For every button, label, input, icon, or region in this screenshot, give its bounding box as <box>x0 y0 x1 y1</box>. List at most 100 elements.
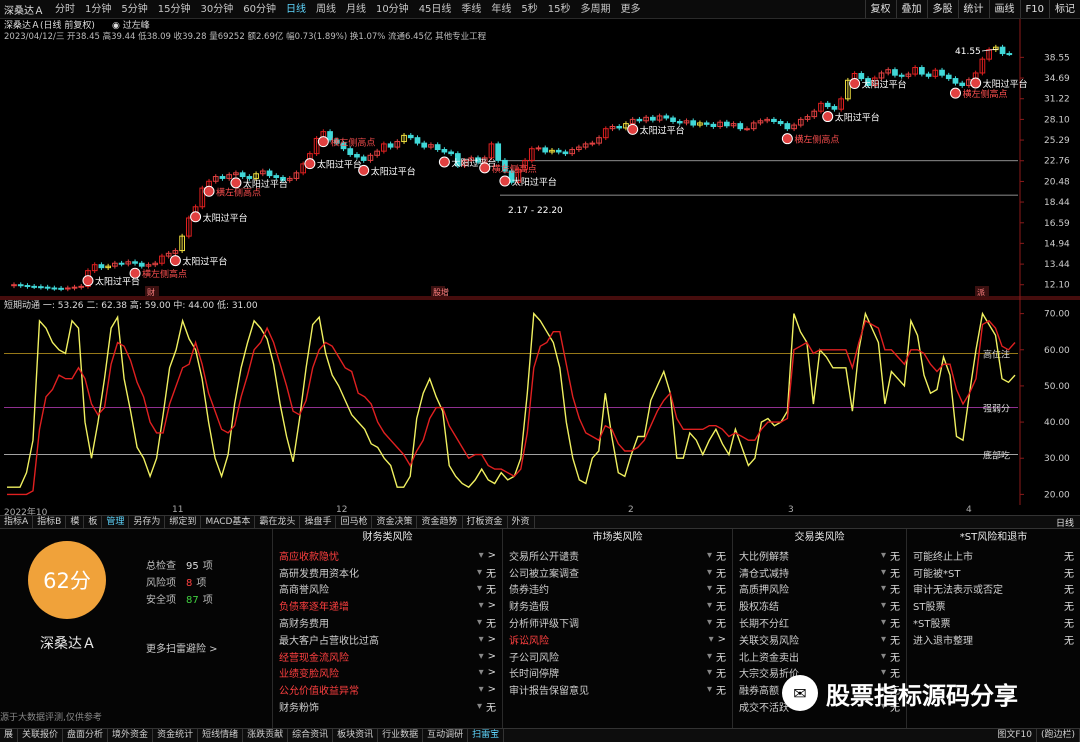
toolbar-button[interactable]: 统计 <box>957 0 989 18</box>
indicator-tab[interactable]: 回马枪 <box>336 516 373 528</box>
bottom-tab[interactable]: 扫雷宝 <box>468 729 505 742</box>
period-label[interactable]: 日线 <box>1050 516 1080 529</box>
risk-row[interactable]: 子公司风险 ▾ 无 <box>503 648 732 665</box>
indicator-tab[interactable]: 管理 <box>102 516 130 528</box>
bottom-tab[interactable]: 行业数据 <box>378 729 424 742</box>
risk-row[interactable]: 关联交易风险 ▾ 无 <box>733 631 906 648</box>
indicator-tab[interactable]: 指标B <box>33 516 67 528</box>
indicator-name: ◉ 过左峰 <box>112 19 150 31</box>
period-tab[interactable]: 5秒 <box>516 0 542 18</box>
period-tab[interactable]: 年线 <box>486 0 516 18</box>
period-tab[interactable]: 多周期 <box>576 0 616 18</box>
toolbar-button[interactable]: 叠加 <box>895 0 927 18</box>
period-tab[interactable]: 季线 <box>456 0 486 18</box>
bottom-tab[interactable]: 涨跌贡献 <box>243 729 289 742</box>
risk-row[interactable]: 高质押风险 ▾ 无 <box>733 581 906 598</box>
candle-body <box>670 117 676 122</box>
risk-row[interactable]: 高财务费用 ▾ 无 <box>273 614 502 631</box>
signal-marker <box>822 111 834 123</box>
period-tab[interactable]: 15秒 <box>543 0 576 18</box>
period-tab[interactable]: 日线 <box>281 0 311 18</box>
risk-row[interactable]: 北上资金卖出 ▾ 无 <box>733 648 906 665</box>
candle-body <box>132 261 138 264</box>
bottom-right-tab[interactable]: 图文F10 <box>993 729 1037 742</box>
candle-body <box>939 69 945 76</box>
period-tab[interactable]: 45日线 <box>414 0 457 18</box>
period-tab[interactable]: 更多 <box>616 0 646 18</box>
risk-row[interactable]: *ST股票 无 <box>907 614 1080 631</box>
risk-row[interactable]: 最大客户占营收比过高 ▾ > <box>273 631 502 648</box>
risk-row[interactable]: 长时间停牌 ▾ 无 <box>503 665 732 682</box>
risk-row[interactable]: 业绩变脸风险 ▾ > <box>273 665 502 682</box>
bottom-tab[interactable]: 境外资金 <box>108 729 154 742</box>
period-tab[interactable]: 10分钟 <box>371 0 414 18</box>
period-tab[interactable]: 月线 <box>341 0 371 18</box>
indicator-tab[interactable]: 另存为 <box>129 516 166 528</box>
risk-row[interactable]: 公司被立案调查 ▾ 无 <box>503 564 732 581</box>
bottom-tab[interactable]: 盘面分析 <box>63 729 109 742</box>
risk-row[interactable]: 长期不分红 ▾ 无 <box>733 614 906 631</box>
risk-row[interactable]: 交易所公开谴责 ▾ 无 <box>503 547 732 564</box>
toolbar-button[interactable]: 标记 <box>1049 0 1080 18</box>
bottom-tab[interactable]: 短线情绪 <box>198 729 244 742</box>
period-tab[interactable]: 15分钟 <box>153 0 196 18</box>
indicator-tab[interactable]: 资金决策 <box>372 516 418 528</box>
indicator-tab[interactable]: 操盘手 <box>300 516 337 528</box>
indicator-tab[interactable]: 板 <box>84 516 103 528</box>
indicator-tab[interactable]: 打板资金 <box>463 516 508 528</box>
risk-row[interactable]: 高商誉风险 ▾ 无 <box>273 581 502 598</box>
risk-row[interactable]: 经营现金流风险 ▾ > <box>273 648 502 665</box>
oscillator-chart[interactable]: 70.00 60.00 50.00 40.00 30.00 20.00 高位注强弱分底部吃 短… <box>0 298 1080 505</box>
risk-label: 清仓式减持 <box>739 568 789 580</box>
indicator-tab[interactable]: 外资 <box>508 516 535 528</box>
bottom-tab[interactable]: 资金统计 <box>153 729 199 742</box>
risk-row[interactable]: 大比例解禁 ▾ 无 <box>733 547 906 564</box>
indicator-tab[interactable]: 资金趋势 <box>417 516 463 528</box>
risk-row[interactable]: 高应收款隐忧 ▾ > <box>273 547 502 564</box>
toolbar-button[interactable]: 多股 <box>926 0 958 18</box>
period-tab[interactable]: 1分钟 <box>80 0 116 18</box>
period-tab[interactable]: 5分钟 <box>116 0 152 18</box>
bottom-right-tab[interactable]: (跑边栏) <box>1037 729 1080 742</box>
risk-row[interactable]: 可能被*ST 无 <box>907 564 1080 581</box>
risk-row[interactable]: 股权冻结 ▾ 无 <box>733 597 906 614</box>
indicator-tab[interactable]: 绑定到 <box>165 516 202 528</box>
risk-row[interactable]: ST股票 无 <box>907 597 1080 614</box>
osc-header: 短期动通 一: 53.26 二: 62.38 高: 59.00 中: 44.00… <box>4 299 258 311</box>
event-label: 股增 <box>433 287 449 297</box>
indicator-tab[interactable]: 指标A <box>0 516 34 528</box>
indicator-tab[interactable]: 模 <box>66 516 85 528</box>
risk-row[interactable]: 诉讼风险 ▾ > <box>503 631 732 648</box>
toolbar-button[interactable]: F10 <box>1019 0 1049 18</box>
bottom-tab[interactable]: 展 <box>0 729 19 742</box>
risk-row[interactable]: 审计无法表示或否定 无 <box>907 581 1080 598</box>
period-tab[interactable]: 60分钟 <box>238 0 281 18</box>
risk-value: 无 <box>716 686 726 698</box>
price-chart[interactable]: 38.55 34.69 31.22 28.10 25.29 22.76 20.48 18.44… <box>0 19 1080 298</box>
risk-row[interactable]: 进入退市整理 无 <box>907 631 1080 648</box>
risk-row[interactable]: 清仓式减持 ▾ 无 <box>733 564 906 581</box>
risk-row[interactable]: 分析师评级下调 ▾ 无 <box>503 614 732 631</box>
period-tab[interactable]: 分时 <box>50 0 80 18</box>
bottom-tab[interactable]: 板块资讯 <box>333 729 379 742</box>
indicator-tab[interactable]: MACD基本 <box>201 516 256 528</box>
risk-row[interactable]: 可能终止上市 无 <box>907 547 1080 564</box>
bottom-tab[interactable]: 综合资讯 <box>288 729 334 742</box>
date-tick-label: 4 <box>966 505 972 515</box>
risk-row[interactable]: 负债率逐年递增 ▾ > <box>273 597 502 614</box>
indicator-tab[interactable]: 霸在龙头 <box>255 516 301 528</box>
period-tab[interactable]: 30分钟 <box>195 0 238 18</box>
more-scan-link[interactable]: 更多扫雷避险 > <box>146 640 218 655</box>
risk-row[interactable]: 财务粉饰 ▾ 无 <box>273 698 502 715</box>
toolbar-button[interactable]: 画线 <box>988 0 1020 18</box>
risk-row[interactable]: 公允价值收益异常 ▾ > <box>273 681 502 698</box>
candle-body <box>925 73 932 77</box>
risk-row[interactable]: 高研发费用资本化 ▾ 无 <box>273 564 502 581</box>
risk-row[interactable]: 财务造假 ▾ 无 <box>503 597 732 614</box>
risk-row[interactable]: 审计报告保留意见 ▾ 无 <box>503 681 732 698</box>
bottom-tab[interactable]: 互动调研 <box>423 729 469 742</box>
risk-row[interactable]: 债券违约 ▾ 无 <box>503 581 732 598</box>
bottom-tab[interactable]: 关联报价 <box>18 729 64 742</box>
period-tab[interactable]: 周线 <box>311 0 341 18</box>
toolbar-button[interactable]: 复权 <box>864 0 896 18</box>
